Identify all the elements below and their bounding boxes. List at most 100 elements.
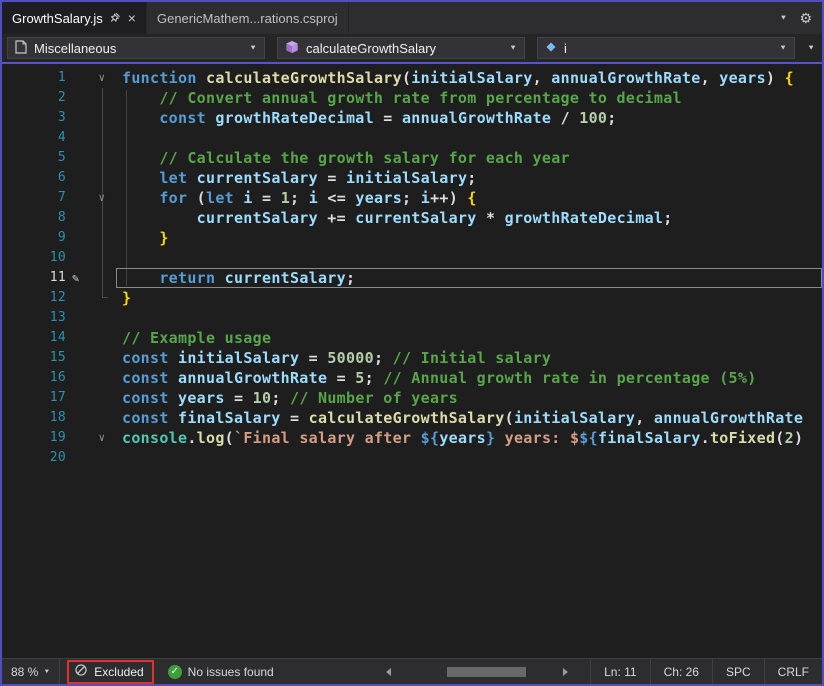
code-line-5[interactable]: 5 // Calculate the growth salary for eac… <box>2 148 822 168</box>
line-ending-indicator[interactable]: CRLF <box>764 659 822 684</box>
line-number[interactable]: 7 <box>2 188 72 208</box>
column-indicator[interactable]: Ch: 26 <box>650 659 712 684</box>
line-number[interactable]: 16 <box>2 368 72 388</box>
code-text: const finalSalary = calculateGrowthSalar… <box>116 408 822 428</box>
chevron-down-icon: ▼ <box>249 45 257 52</box>
navigation-bar: Miscellaneous ▼ calculateGrowthSalary ▼ … <box>2 34 822 64</box>
fold-spacer <box>88 388 116 408</box>
pen-spacer <box>72 148 88 168</box>
function-dropdown[interactable]: calculateGrowthSalary ▼ <box>277 37 525 59</box>
code-line-14[interactable]: 14 // Example usage <box>2 328 822 348</box>
code-line-16[interactable]: 16const annualGrowthRate = 5; // Annual … <box>2 368 822 388</box>
pen-spacer <box>72 108 88 128</box>
line-number[interactable]: 13 <box>2 308 72 328</box>
line-number[interactable]: 1 <box>2 68 72 88</box>
line-indicator[interactable]: Ln: 11 <box>590 659 649 684</box>
code-line-8[interactable]: 8 currentSalary += currentSalary * growt… <box>2 208 822 228</box>
code-line-1[interactable]: 1∨function calculateGrowthSalary(initial… <box>2 68 822 88</box>
vs-editor-window: GrowthSalary.js × GenericMathem...ration… <box>0 0 824 686</box>
close-icon[interactable]: × <box>128 11 136 25</box>
spaces-indicator[interactable]: SPC <box>712 659 764 684</box>
pen-spacer <box>72 188 88 208</box>
line-number[interactable]: 4 <box>2 128 72 148</box>
zoom-control[interactable]: 88 % ▼ <box>2 659 60 684</box>
line-number[interactable]: 19 <box>2 428 72 448</box>
fold-spacer <box>88 408 116 428</box>
code-line-18[interactable]: 18 const finalSalary = calculateGrowthSal… <box>2 408 822 428</box>
fold-spacer <box>88 328 116 348</box>
line-number[interactable]: 6 <box>2 168 72 188</box>
chevron-down-icon: ▼ <box>43 669 50 675</box>
fold-spacer <box>88 288 116 308</box>
tab-growthsalary-js[interactable]: GrowthSalary.js × <box>2 2 147 34</box>
scroll-right-icon[interactable] <box>563 668 568 676</box>
fold-spacer <box>88 268 116 288</box>
line-number[interactable]: 9 <box>2 228 72 248</box>
code-line-13[interactable]: 13 <box>2 308 822 328</box>
code-editor[interactable]: 1∨function calculateGrowthSalary(initial… <box>2 64 822 658</box>
code-text: } <box>116 228 822 248</box>
code-line-12[interactable]: 12} <box>2 288 822 308</box>
project-dropdown-label: Miscellaneous <box>34 41 116 56</box>
code-text: // Example usage <box>116 328 822 348</box>
excluded-indicator[interactable]: Excluded <box>67 660 153 684</box>
scrollbar-thumb[interactable] <box>447 667 526 677</box>
fold-spacer <box>88 448 116 468</box>
tab-genericmath-csproj[interactable]: GenericMathem...rations.csproj <box>147 2 349 34</box>
line-number[interactable]: 10 <box>2 248 72 268</box>
issues-indicator[interactable]: ✓ No issues found <box>168 665 274 679</box>
pen-spacer <box>72 308 88 328</box>
chevron-down-icon: ▼ <box>509 45 517 52</box>
pen-spacer <box>72 388 88 408</box>
function-dropdown-label: calculateGrowthSalary <box>306 41 436 56</box>
line-number[interactable]: 8 <box>2 208 72 228</box>
line-number[interactable]: 15 <box>2 348 72 368</box>
fold-collapse-icon[interactable]: ∨ <box>88 188 116 208</box>
project-file-icon <box>15 40 27 57</box>
code-line-20[interactable]: 20 <box>2 448 822 468</box>
line-number[interactable]: 11 <box>2 268 72 288</box>
pen-spacer <box>72 128 88 148</box>
line-number[interactable]: 5 <box>2 148 72 168</box>
navbar-overflow-icon[interactable]: ▼ <box>807 45 815 52</box>
fold-collapse-icon[interactable]: ∨ <box>88 68 116 88</box>
status-right-group: Ln: 11 Ch: 26 SPC CRLF <box>590 659 822 684</box>
project-dropdown[interactable]: Miscellaneous ▼ <box>7 37 265 59</box>
code-text: currentSalary += currentSalary * growthR… <box>116 208 822 228</box>
line-number[interactable]: 20 <box>2 448 72 468</box>
pen-spacer <box>72 368 88 388</box>
line-number[interactable]: 3 <box>2 108 72 128</box>
line-number[interactable]: 12 <box>2 288 72 308</box>
code-line-17[interactable]: 17 const years = 10; // Number of years <box>2 388 822 408</box>
fold-collapse-icon[interactable]: ∨ <box>88 428 116 448</box>
horizontal-scrollbar[interactable] <box>386 666 568 678</box>
member-dropdown[interactable]: i ▼ <box>537 37 795 59</box>
code-text: const growthRateDecimal = annualGrowthRa… <box>116 108 822 128</box>
line-number[interactable]: 14 <box>2 328 72 348</box>
code-line-7[interactable]: 7∨ for (let i = 1; i <= years; i++) { <box>2 188 822 208</box>
code-line-9[interactable]: 9 } <box>2 228 822 248</box>
line-number[interactable]: 17 <box>2 388 72 408</box>
code-line-10[interactable]: 10 <box>2 248 822 268</box>
fold-spacer <box>88 88 116 108</box>
scrollbar-track[interactable] <box>395 666 559 678</box>
code-text: } <box>116 288 822 308</box>
code-text: const years = 10; // Number of years <box>116 388 822 408</box>
code-line-15[interactable]: 15const initialSalary = 50000; // Initia… <box>2 348 822 368</box>
scroll-left-icon[interactable] <box>386 668 391 676</box>
line-number[interactable]: 2 <box>2 88 72 108</box>
code-line-6[interactable]: 6 let currentSalary = initialSalary; <box>2 168 822 188</box>
pen-spacer <box>72 228 88 248</box>
code-line-4[interactable]: 4 <box>2 128 822 148</box>
line-number[interactable]: 18 <box>2 408 72 428</box>
document-list-icon[interactable]: ▼ <box>780 15 788 22</box>
code-line-19[interactable]: 19∨console.log(`Final salary after ${yea… <box>2 428 822 448</box>
pen-spacer <box>72 328 88 348</box>
fold-spacer <box>88 348 116 368</box>
settings-gear-icon[interactable]: ⚙ <box>799 11 812 25</box>
code-line-2[interactable]: 2 // Convert annual growth rate from per… <box>2 88 822 108</box>
pin-icon[interactable] <box>110 11 121 26</box>
code-line-3[interactable]: 3 const growthRateDecimal = annualGrowth… <box>2 108 822 128</box>
code-line-11[interactable]: 11✎ return currentSalary; <box>2 268 822 288</box>
pen-spacer <box>72 348 88 368</box>
